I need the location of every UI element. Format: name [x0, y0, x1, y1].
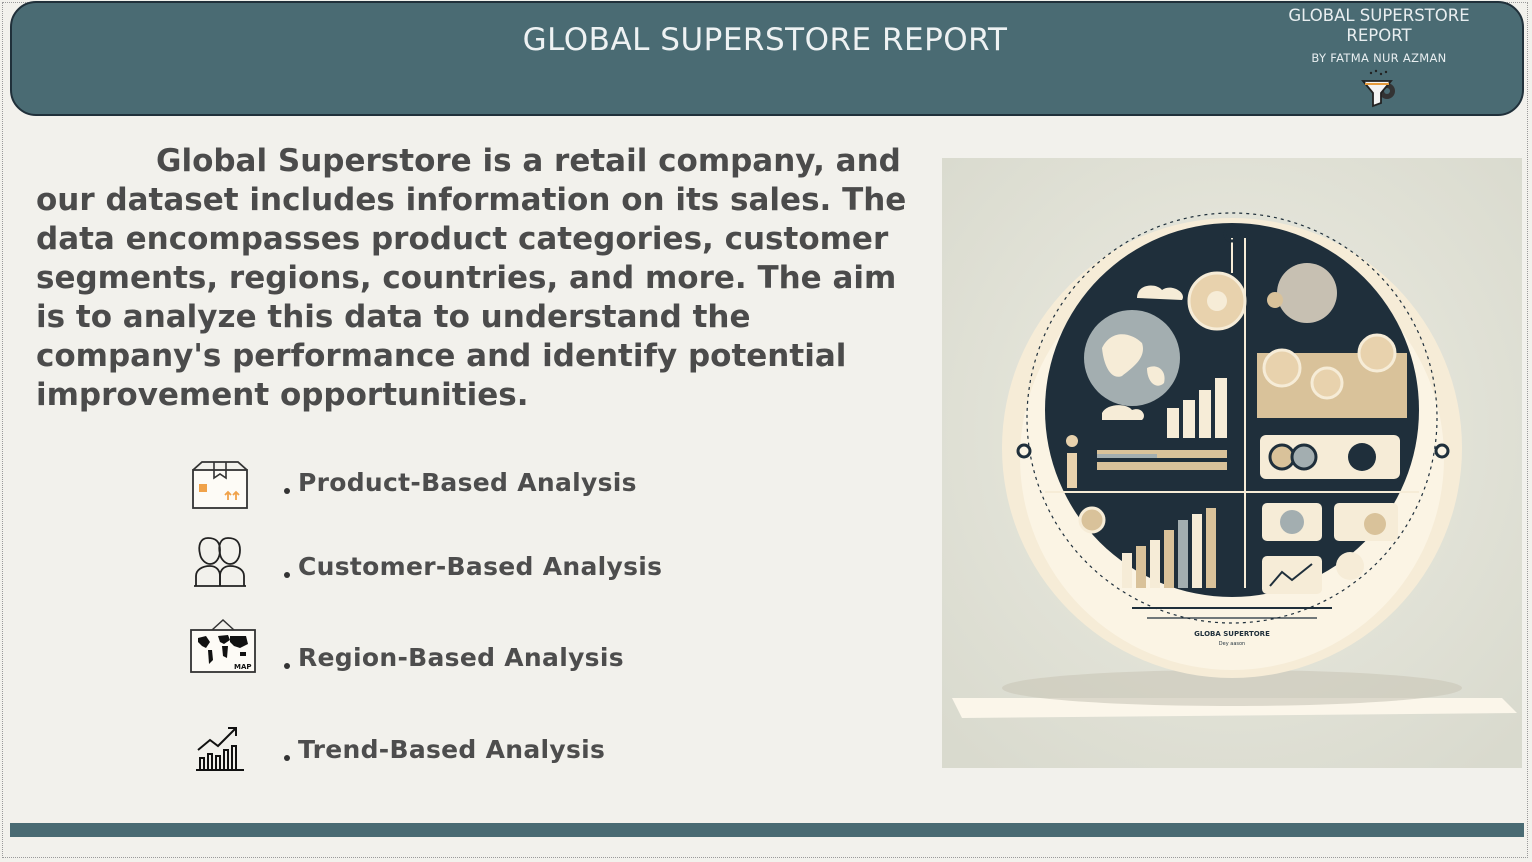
- footer-bar: [10, 823, 1524, 837]
- bullet-dot: [284, 663, 290, 669]
- analysis-item-product: Product-Based Analysis: [0, 456, 900, 516]
- brand-title: GLOBAL SUPERSTORE REPORT: [1288, 6, 1470, 45]
- illustration-caption-sub: Dey aason: [1219, 641, 1245, 647]
- bullet-dot: [284, 572, 290, 578]
- analysis-label-product[interactable]: Product-Based Analysis: [298, 468, 637, 497]
- bullet-dot: [284, 755, 290, 761]
- illustration-caption-title: GLOBA SUPERTORE: [1194, 630, 1270, 638]
- analysis-label-customer[interactable]: Customer-Based Analysis: [298, 552, 662, 581]
- infographic-illustration: GLOBA SUPERTORE Dey aason: [942, 158, 1522, 768]
- svg-text:MAP: MAP: [234, 663, 252, 671]
- analysis-label-region[interactable]: Region-Based Analysis: [298, 643, 624, 672]
- brand-block: GLOBAL SUPERSTORE REPORT BY FATMA NUR AZ…: [1272, 6, 1486, 109]
- analysis-item-trend: Trend-Based Analysis: [0, 718, 900, 778]
- trend-chart-icon: [196, 727, 244, 771]
- analysis-item-region: MAP Region-Based Analysis: [0, 616, 900, 676]
- infographic-graphic: GLOBA SUPERTORE Dey aason: [942, 158, 1522, 768]
- customers-icon: [194, 537, 246, 587]
- product-box-icon: [192, 461, 248, 509]
- funnel-gear-icon: [1361, 69, 1395, 108]
- brand-author: BY FATMA NUR AZMAN: [1311, 51, 1447, 65]
- analysis-item-customer: Customer-Based Analysis: [0, 532, 900, 592]
- world-map-icon: MAP: [190, 618, 256, 673]
- bullet-dot: [284, 488, 290, 494]
- analysis-label-trend[interactable]: Trend-Based Analysis: [298, 735, 605, 764]
- intro-paragraph: Global Superstore is a retail company, a…: [36, 143, 907, 413]
